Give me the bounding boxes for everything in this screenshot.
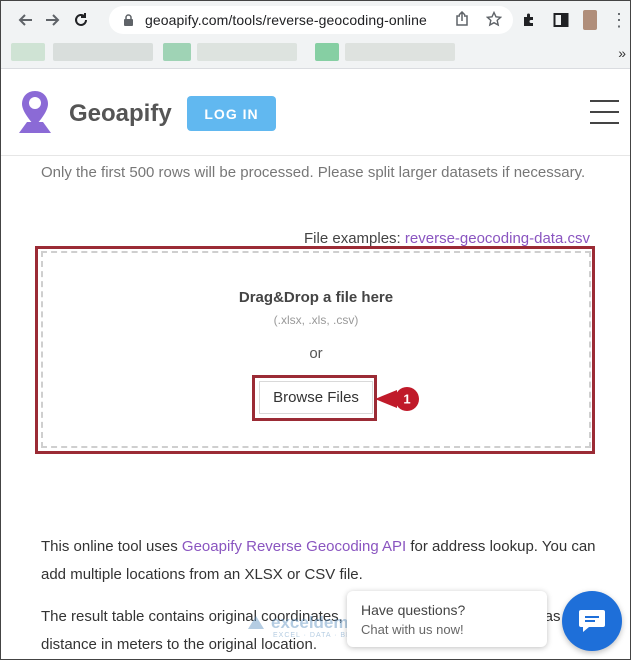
bookmark-blurred[interactable] xyxy=(11,43,45,61)
dropzone-title: Drag&Drop a file here xyxy=(238,289,394,306)
file-examples-label: File examples: xyxy=(304,230,401,247)
step-marker-number: 1 xyxy=(403,392,410,407)
address-bar[interactable]: geoapify.com/tools/reverse-geocoding-onl… xyxy=(109,6,513,34)
browser-toolbar: geoapify.com/tools/reverse-geocoding-onl… xyxy=(1,1,630,39)
share-icon[interactable] xyxy=(453,10,471,28)
profile-avatar[interactable] xyxy=(583,10,597,30)
reverse-geocoding-api-link[interactable]: Geoapify Reverse Geocoding API xyxy=(182,538,406,555)
watermark-name: exceldemy xyxy=(271,613,358,632)
hamburger-menu-icon[interactable] xyxy=(590,100,619,124)
kebab-icon[interactable]: ⋮ xyxy=(609,9,629,31)
bookmark-blurred[interactable] xyxy=(315,43,339,61)
url-text[interactable]: geoapify.com/tools/reverse-geocoding-onl… xyxy=(145,12,427,28)
bookmark-blurred[interactable] xyxy=(197,43,297,61)
chevron-right-icon[interactable]: » xyxy=(618,45,626,61)
watermark-sub: EXCEL · DATA · BI xyxy=(273,632,349,639)
bookmark-blurred[interactable] xyxy=(345,43,455,61)
brand-name[interactable]: Geoapify xyxy=(69,100,172,128)
chat-button[interactable] xyxy=(562,591,622,651)
bookmarks-bar: » xyxy=(1,39,630,69)
browse-files-button[interactable]: Browse Files xyxy=(259,381,373,414)
forward-arrow-icon[interactable] xyxy=(39,6,67,34)
chat-subtitle: Chat with us now! xyxy=(361,622,464,637)
watermark-logo-icon xyxy=(248,616,264,629)
sidepanel-icon[interactable] xyxy=(551,9,571,31)
row-limit-note: Only the first 500 rows will be processe… xyxy=(41,164,586,181)
file-examples: File examples: reverse-geocoding-data.cs… xyxy=(304,230,590,247)
back-arrow-icon[interactable] xyxy=(11,6,39,34)
location-pin-logo-icon[interactable] xyxy=(17,89,53,140)
chat-question: Have questions? xyxy=(361,602,466,618)
bookmark-blurred[interactable] xyxy=(163,43,191,61)
desc-text: This online tool uses xyxy=(41,538,182,555)
tool-description: This online tool uses Geoapify Reverse G… xyxy=(41,533,601,589)
file-example-link[interactable]: reverse-geocoding-data.csv xyxy=(405,230,590,247)
bookmark-blurred[interactable] xyxy=(53,43,153,61)
star-icon[interactable] xyxy=(485,10,503,28)
lock-icon[interactable] xyxy=(121,13,135,27)
extensions-icon[interactable] xyxy=(519,9,539,31)
chat-prompt[interactable]: Have questions? Chat with us now! xyxy=(347,591,547,647)
login-button[interactable]: LOG IN xyxy=(187,96,276,131)
step-marker: 1 xyxy=(375,387,419,411)
dropzone-or: or xyxy=(309,345,323,362)
dropzone-formats: (.xlsx, .xls, .csv) xyxy=(273,313,359,327)
browser-window: geoapify.com/tools/reverse-geocoding-onl… xyxy=(0,0,631,660)
chat-icon xyxy=(579,610,605,632)
site-header: Geoapify LOG IN xyxy=(1,70,630,156)
reload-icon[interactable] xyxy=(67,6,95,34)
